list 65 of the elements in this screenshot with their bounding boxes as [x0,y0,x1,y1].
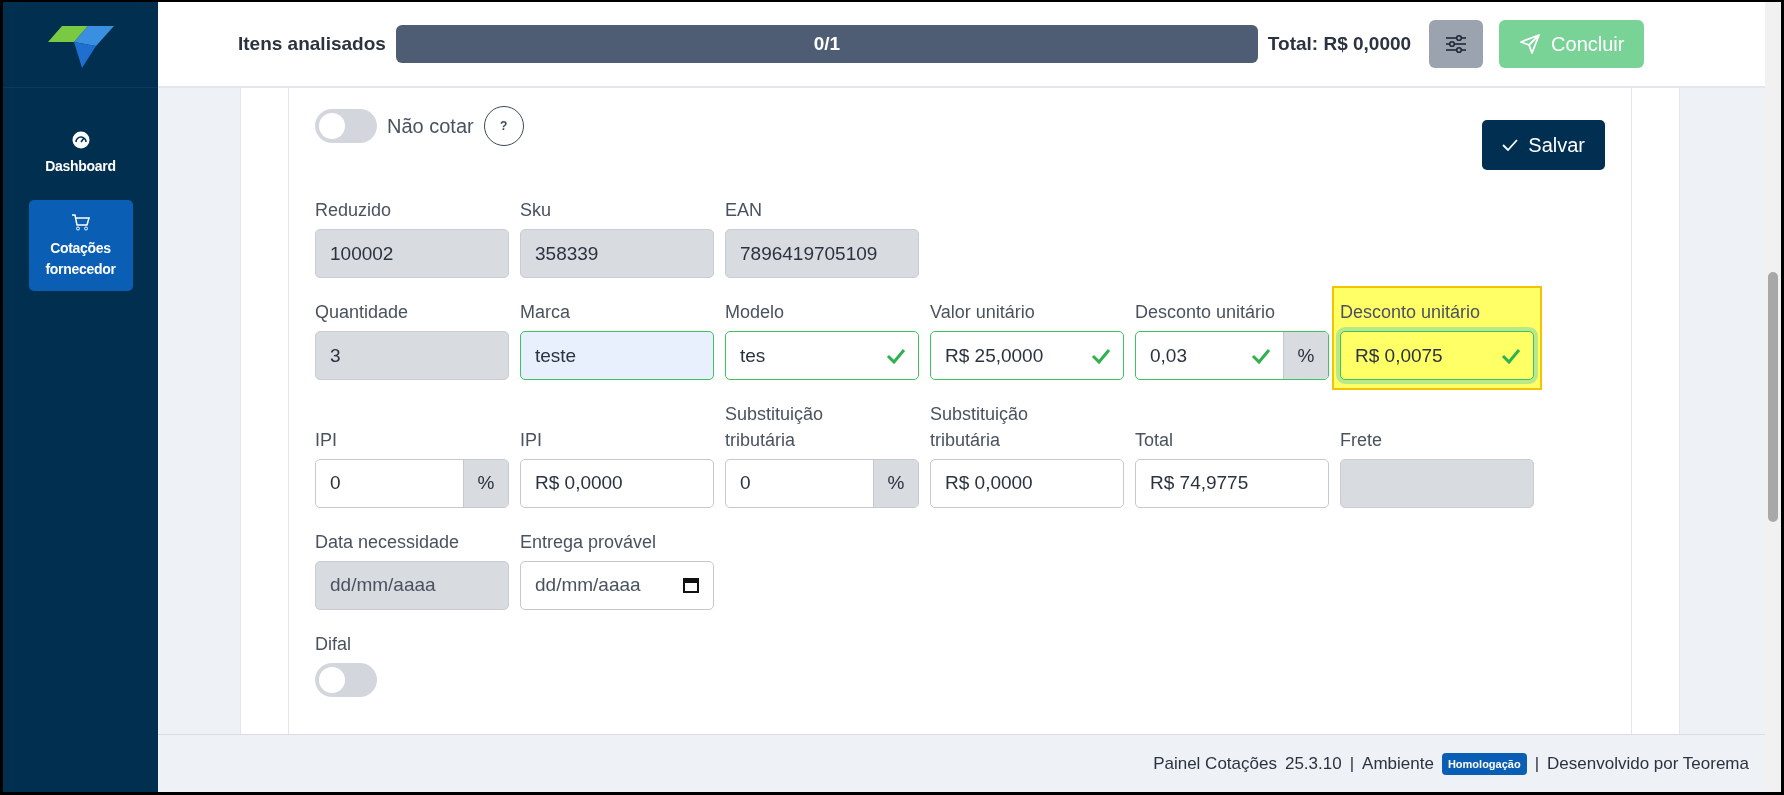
progress-bar: 0/1 [395,25,1258,63]
save-button[interactable]: Salvar [1482,120,1605,170]
field-label: Sku [520,199,553,222]
field-label: Total [1135,428,1175,452]
input-field[interactable]: R$ 0,0000 [520,458,714,508]
field-label: Frete [1340,428,1383,452]
field-label: Modelo [725,301,786,325]
field-label: Entrega provável [520,530,658,554]
input-field: 358339 [520,229,714,279]
check-icon [1091,347,1111,364]
environment-badge: Homologação [1441,752,1527,775]
toggle-label: Não cotar [387,114,474,138]
gauge-icon [70,130,91,150]
check-icon [1501,347,1521,364]
toggle-switch[interactable] [315,109,377,143]
date-field[interactable]: dd/mm/aaaa [520,560,714,610]
field-label: Desconto unitário [1135,301,1277,325]
cart-icon [70,212,91,233]
filter-button[interactable] [1429,20,1484,68]
check-icon [1502,139,1519,151]
field-label: IPI [315,428,338,452]
check-icon [1251,347,1271,364]
calendar-icon[interactable] [683,577,699,594]
input-field[interactable]: tes [725,331,919,381]
field-label: Substituição tributária [725,403,825,452]
scrollbar[interactable] [1765,2,1781,792]
field-label: Data necessidade [315,530,461,554]
sliders-icon [1445,34,1468,54]
input-field[interactable]: 0,03 % [1135,331,1329,381]
input-field: 100002 [315,229,509,279]
input-field[interactable]: 0 % [315,458,509,508]
percent-addon: % [1283,332,1328,380]
field-label: Reduzido [315,199,393,222]
input-field[interactable]: teste [520,331,714,381]
version-text: 25.3.10 [1284,753,1342,774]
total-text: Total: R$ 0,0000 [1267,33,1412,55]
environment-label: Ambiente [1362,753,1434,774]
check-icon [886,347,906,364]
input-field[interactable]: R$ 0,0000 [930,458,1124,508]
field-label: Marca [520,301,571,325]
credits-text: Desenvolvido por Teorema [1547,753,1749,774]
field-label: EAN [725,199,763,222]
app-name: Painel Cotações [1153,753,1277,774]
input-field[interactable]: 0 % [725,458,919,508]
progress-label: Itens analisados [238,33,386,55]
field-label: Desconto unitário [1340,301,1482,325]
toggle-switch[interactable] [315,663,377,698]
nav-item[interactable]: Dashboard [28,118,133,189]
percent-addon: % [463,459,508,507]
help-button[interactable]: ? [483,106,524,146]
nav-item[interactable]: Cotações fornecedor [28,200,133,291]
field-label: Quantidade [315,301,410,325]
percent-addon: % [873,459,918,507]
field-label: Difal [315,632,352,656]
input-field: 7896419705109 [725,229,919,279]
field-label: IPI [520,428,543,452]
send-icon [1519,33,1542,55]
field-label: Substituição tributária [930,403,1030,452]
field-label: Valor unitário [930,301,1036,325]
separator: | [1534,753,1540,774]
input-field: dd/mm/aaaa [315,560,509,610]
input-field[interactable]: R$ 74,9775 [1135,458,1329,508]
separator: | [1349,753,1355,774]
input-field: 3 [315,331,509,381]
input-field[interactable]: R$ 25,0000 [930,331,1124,381]
